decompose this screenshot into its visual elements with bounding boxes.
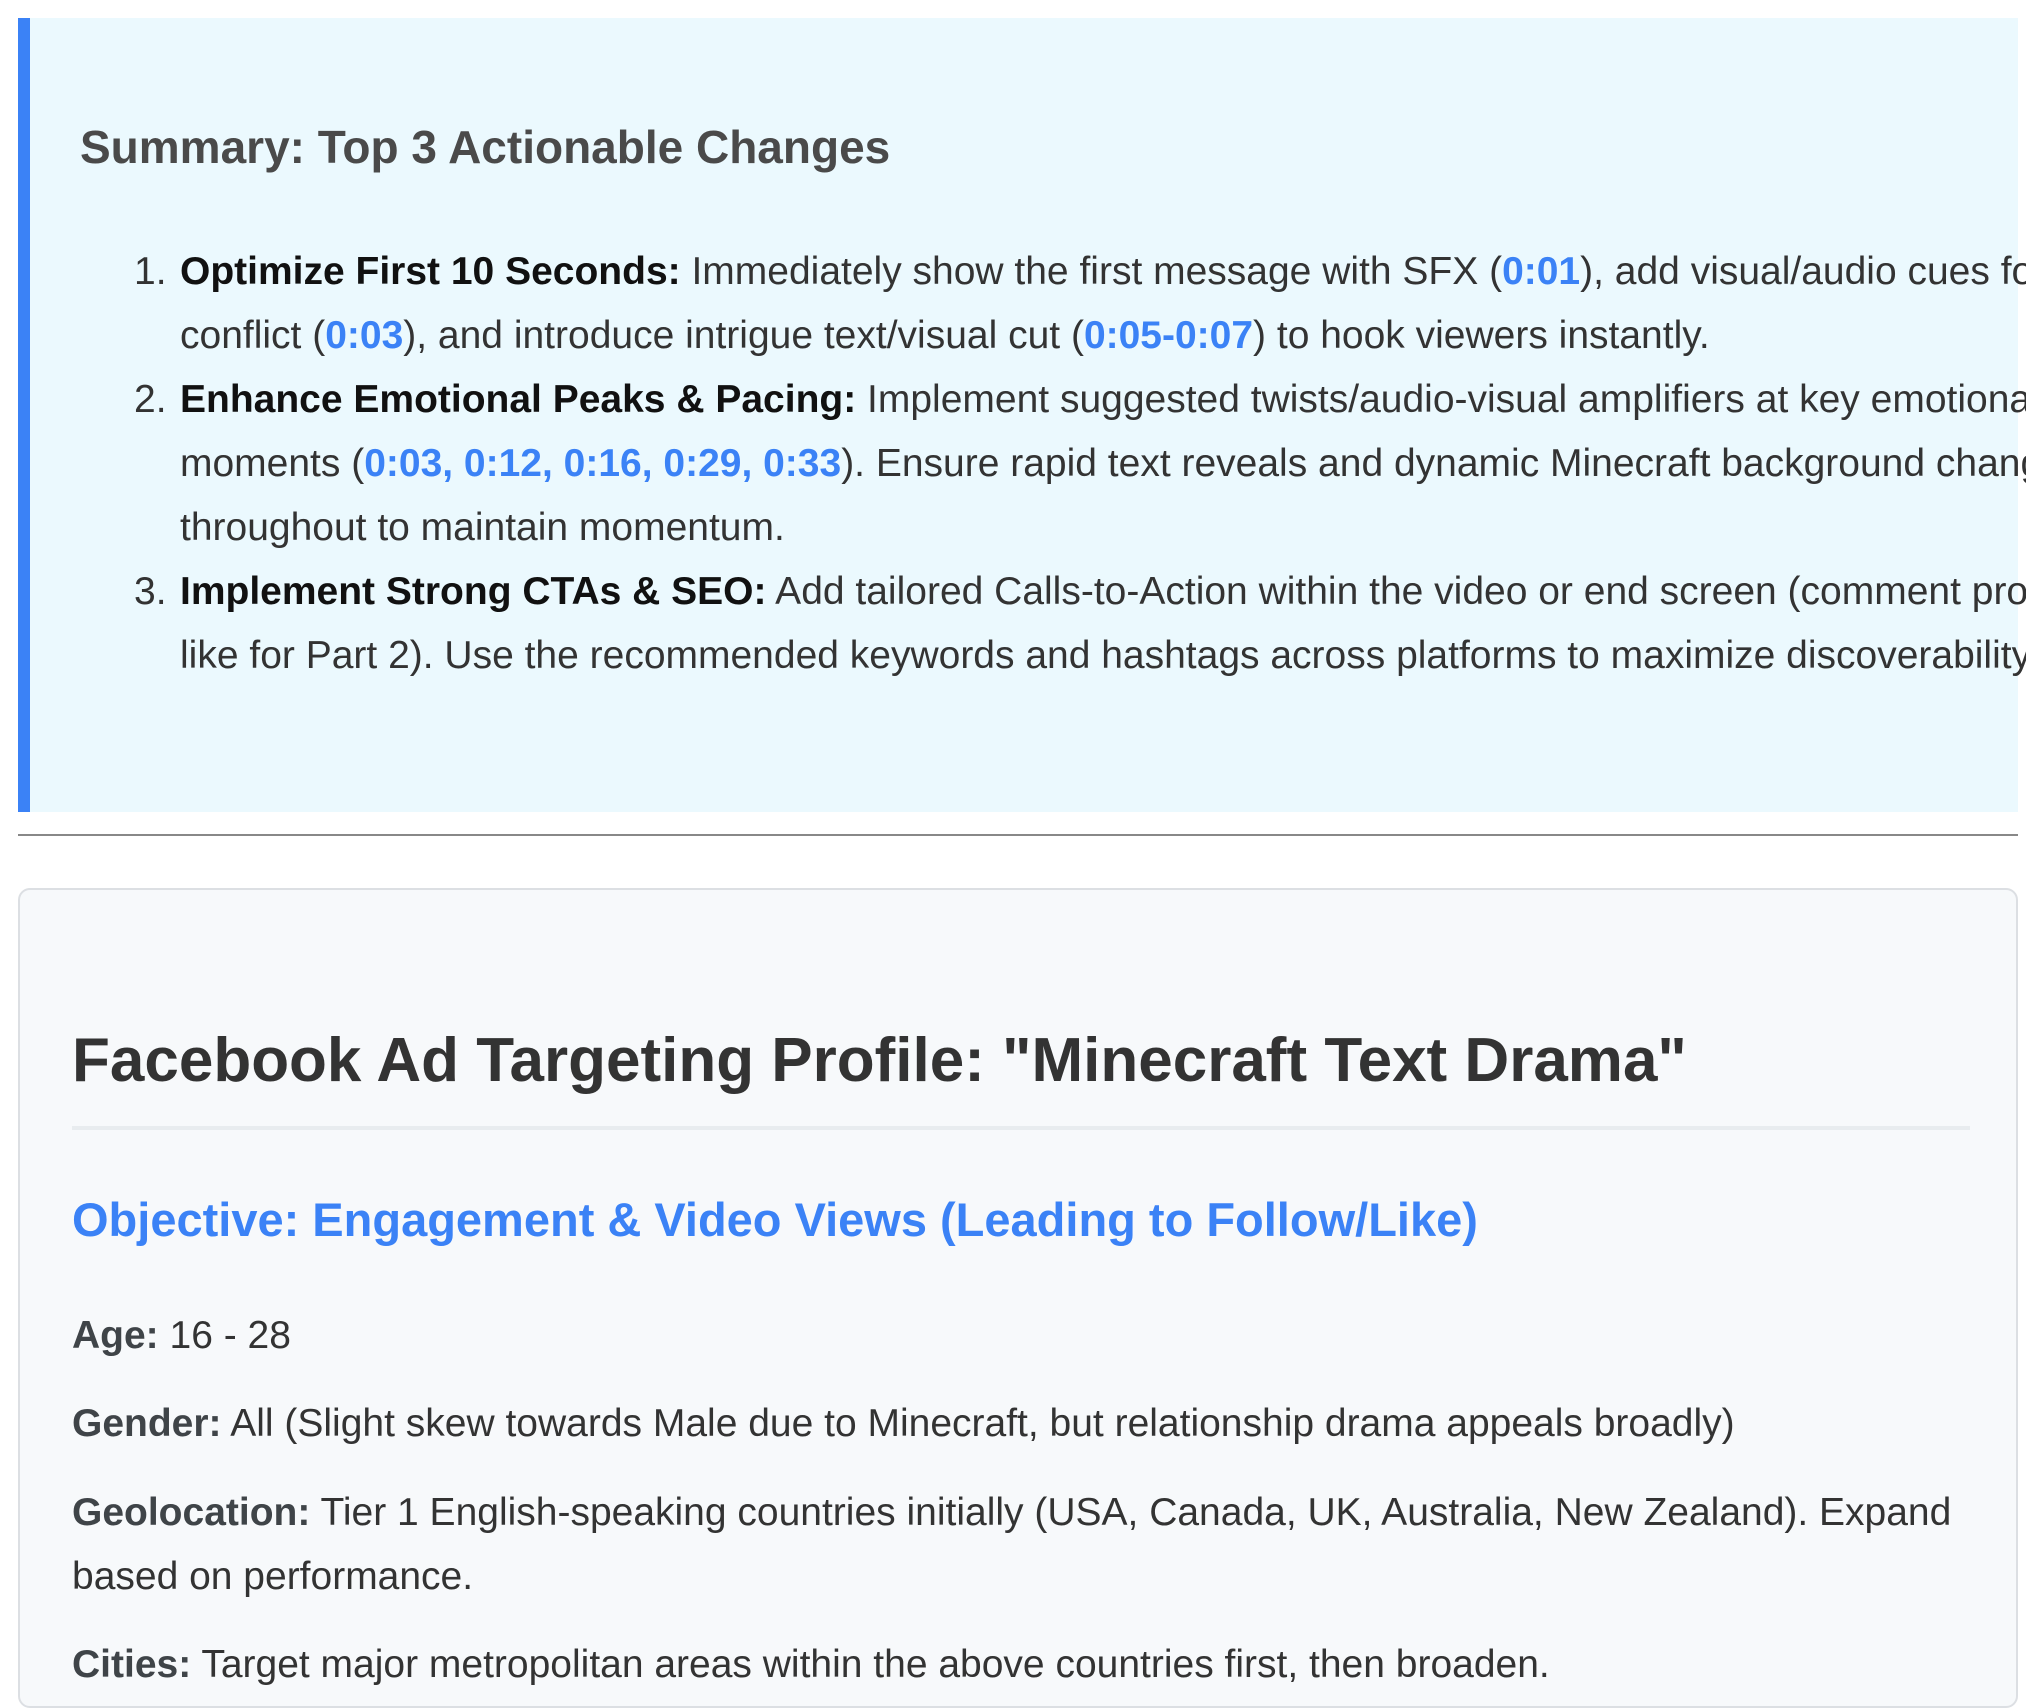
age-value: 16 - 28 [158,1314,291,1357]
summary-panel: Summary: Top 3 Actionable Changes Optimi… [18,18,2026,812]
profile-title: Facebook Ad Targeting Profile: "Minecraf… [72,1026,1687,1095]
gender-label: Gender: [72,1402,222,1445]
age-label: Age: [72,1314,159,1357]
item-text: ) to hook viewers instantly. [1253,314,1710,357]
cities-field: Cities: Target major metropolitan areas … [72,1633,1972,1697]
targeting-profile-card: Facebook Ad Targeting Profile: "Minecraf… [18,888,2018,1708]
item-lead: Enhance Emotional Peaks & Pacing: [180,378,857,421]
title-divider [72,1126,1970,1130]
summary-title: Summary: Top 3 Actionable Changes [80,121,891,173]
geolocation-value: Tier 1 English-speaking countries initia… [72,1491,1952,1598]
gender-value: All (Slight skew towards Male due to Min… [221,1402,1735,1445]
list-item: Enhance Emotional Peaks & Pacing: Implem… [134,368,2026,560]
cities-label: Cities: [72,1643,192,1686]
summary-list: Optimize First 10 Seconds: Immediately s… [80,240,2026,688]
timestamp: 0:01 [1502,250,1581,293]
objective-heading: Objective: Engagement & Video Views (Lea… [72,1193,1478,1246]
list-item: Optimize First 10 Seconds: Immediately s… [134,240,2026,368]
item-lead: Optimize First 10 Seconds: [180,250,681,293]
timestamp: 0:03 [325,314,404,357]
timestamp: 0:05-0:07 [1083,314,1254,357]
timestamp: 0:03, 0:12, 0:16, 0:29, 0:33 [364,442,842,485]
geolocation-label: Geolocation: [72,1491,311,1534]
item-text: ), and introduce intrigue text/visual cu… [403,314,1084,357]
section-divider [18,834,2018,836]
item-lead: Implement Strong CTAs & SEO: [180,570,767,613]
list-item: Implement Strong CTAs & SEO: Add tailore… [134,560,2026,688]
gender-field: Gender: All (Slight skew towards Male du… [72,1392,1972,1456]
cities-value: Target major metropolitan areas within t… [191,1643,1550,1686]
item-text: Immediately show the first message with … [680,250,1503,293]
age-field: Age: 16 - 28 [72,1304,1972,1368]
geolocation-field: Geolocation: Tier 1 English-speaking cou… [72,1481,1972,1609]
